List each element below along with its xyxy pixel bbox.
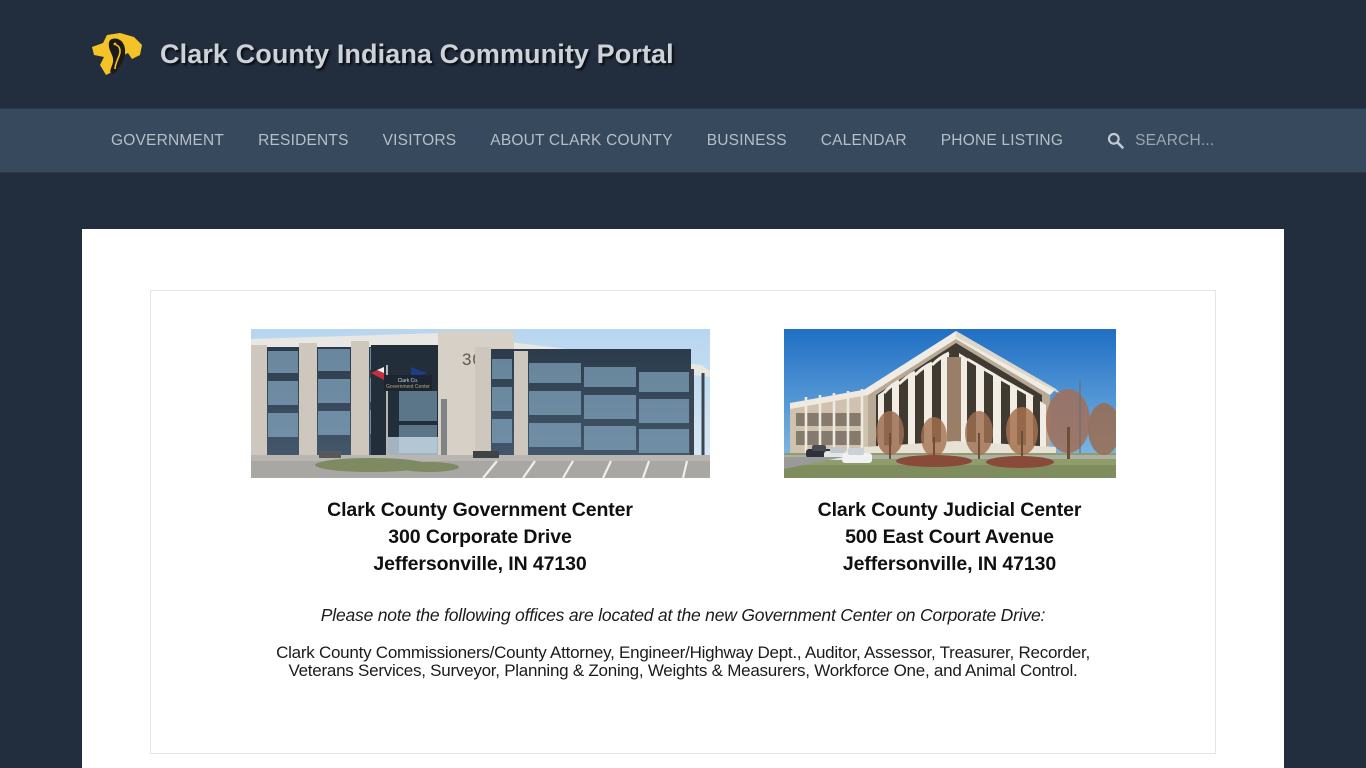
building-address-line2: Jeffersonville, IN 47130 xyxy=(373,553,587,575)
search-icon xyxy=(1107,132,1135,149)
building-name: Clark County Government Center xyxy=(327,499,633,521)
search-input[interactable]: SEARCH... xyxy=(1135,132,1214,150)
nav-inner: GOVERNMENT RESIDENTS VISITORS ABOUT CLAR… xyxy=(82,109,1284,172)
page-title: Clark County Indiana Community Portal xyxy=(160,38,674,69)
buildings-row: Clark Co. Government Center 300 xyxy=(181,329,1185,578)
building-name: Clark County Judicial Center xyxy=(817,499,1082,521)
main-navigation: GOVERNMENT RESIDENTS VISITORS ABOUT CLAR… xyxy=(0,108,1366,173)
nav-item-business[interactable]: BUSINESS xyxy=(690,109,804,172)
content-card: Clark Co. Government Center 300 xyxy=(82,229,1284,768)
nav-item-government[interactable]: GOVERNMENT xyxy=(94,109,241,172)
building-block-government-center: Clark Co. Government Center 300 xyxy=(250,329,710,578)
svg-text:Government Center: Government Center xyxy=(386,384,430,390)
nav-item-calendar[interactable]: CALENDAR xyxy=(804,109,924,172)
nav-item-about-clark-county[interactable]: ABOUT CLARK COUNTY xyxy=(473,109,689,172)
page-body: Clark Co. Government Center 300 xyxy=(0,173,1366,768)
building-block-judicial-center: Clark County Judicial Center 500 East Co… xyxy=(783,329,1116,578)
offices-line-1: Clark County Commissioners/County Attorn… xyxy=(276,643,1090,662)
judicial-center-photo[interactable] xyxy=(783,329,1116,478)
nav-item-visitors[interactable]: VISITORS xyxy=(366,109,474,172)
government-center-caption: Clark County Government Center 300 Corpo… xyxy=(251,497,710,578)
building-address-line2: Jeffersonville, IN 47130 xyxy=(842,553,1057,575)
relocation-note: Please note the following offices are lo… xyxy=(320,605,1046,625)
clark-county-map-logo-icon[interactable] xyxy=(90,31,148,79)
header-inner: Clark County Indiana Community Portal xyxy=(82,29,1284,79)
building-address-line1: 500 East Court Avenue xyxy=(845,526,1054,548)
offices-line-2: Veterans Services, Surveyor, Planning & … xyxy=(288,661,1078,680)
site-header: Clark County Indiana Community Portal xyxy=(0,0,1366,108)
building-address-line1: 300 Corporate Drive xyxy=(388,526,572,548)
nav-item-residents[interactable]: RESIDENTS xyxy=(241,109,366,172)
nav-item-phone-listing[interactable]: PHONE LISTING xyxy=(924,109,1080,172)
search-box[interactable]: SEARCH... xyxy=(1107,132,1214,150)
inner-panel: Clark Co. Government Center 300 xyxy=(150,290,1216,754)
judicial-center-caption: Clark County Judicial Center 500 East Co… xyxy=(784,497,1116,578)
government-center-photo[interactable]: Clark Co. Government Center 300 xyxy=(250,329,710,478)
offices-list: Clark County Commissioners/County Attorn… xyxy=(181,644,1185,680)
